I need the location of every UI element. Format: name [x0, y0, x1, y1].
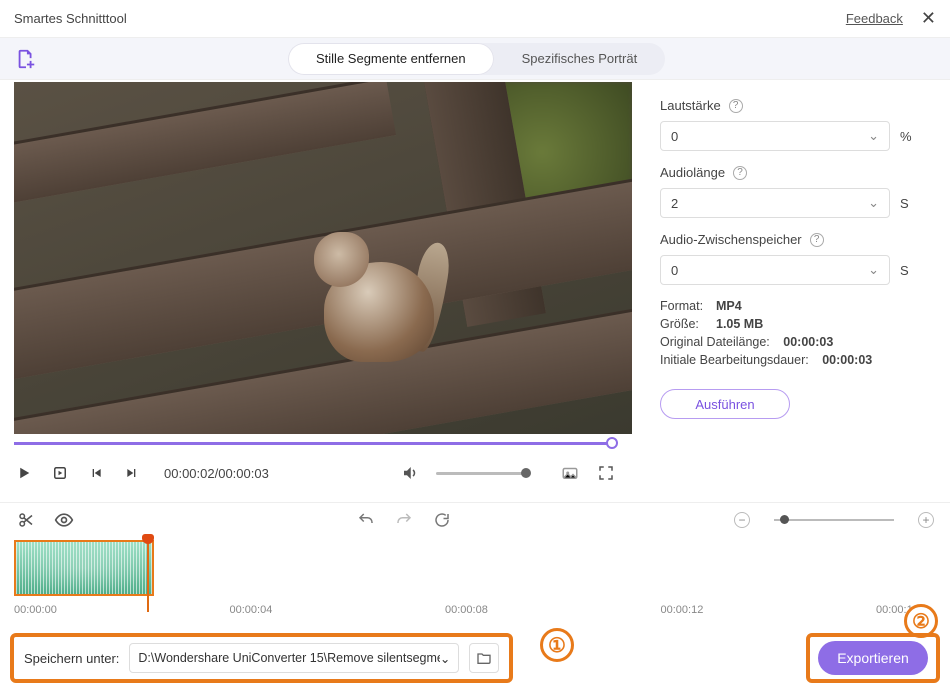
save-path-value: D:\Wondershare UniConverter 15\Remove si…	[138, 651, 440, 665]
browse-folder-button[interactable]	[469, 643, 499, 673]
audio-buffer-value: 0	[671, 263, 678, 278]
audio-buffer-select[interactable]: 0 ⌄	[660, 255, 890, 285]
volume-select[interactable]: 0 ⌄	[660, 121, 890, 151]
zoom-in-icon[interactable]: +	[918, 512, 934, 528]
window-title: Smartes Schnitttool	[14, 11, 127, 26]
seek-bar[interactable]	[14, 436, 616, 450]
cut-icon[interactable]	[16, 510, 36, 530]
volume-value: 0	[671, 129, 678, 144]
chevron-down-icon: ⌄	[440, 651, 450, 666]
help-icon[interactable]: ?	[733, 166, 747, 180]
timeline-clip[interactable]	[14, 540, 154, 596]
volume-unit: %	[900, 129, 920, 144]
player-controls: 00:00:02/00:00:03	[0, 450, 630, 496]
size-key: Größe:	[660, 317, 706, 331]
mode-tabs: Stille Segmente entfernen Spezifisches P…	[288, 43, 665, 75]
edit-length-key: Initiale Bearbeitungsdauer:	[660, 353, 809, 367]
feedback-link[interactable]: Feedback	[846, 11, 903, 26]
help-icon[interactable]: ?	[729, 99, 743, 113]
chevron-down-icon: ⌄	[868, 128, 879, 144]
preview-column: 00:00:02/00:00:03	[0, 80, 630, 502]
time-ruler: 00:00:00 00:00:04 00:00:08 00:00:12 00:0…	[0, 596, 950, 616]
close-icon[interactable]: ✕	[921, 8, 936, 29]
eye-icon[interactable]	[54, 510, 74, 530]
help-icon[interactable]: ?	[810, 233, 824, 247]
format-key: Format:	[660, 299, 706, 313]
audio-length-select[interactable]: 2 ⌄	[660, 188, 890, 218]
edit-tool-row: − +	[0, 502, 950, 536]
undo-icon[interactable]	[356, 510, 376, 530]
volume-slider[interactable]	[436, 472, 526, 475]
settings-panel: Lautstärke ? 0 ⌄ % Audiolänge ? 2 ⌄ S Au…	[630, 80, 950, 502]
save-label: Speichern unter:	[24, 651, 119, 666]
audio-buffer-unit: S	[900, 263, 920, 278]
export-cluster: Exportieren	[806, 633, 940, 683]
playhead[interactable]	[147, 540, 149, 612]
zoom-slider[interactable]	[774, 519, 894, 521]
snapshot-icon[interactable]	[560, 463, 580, 483]
export-button[interactable]: Exportieren	[818, 641, 928, 675]
save-cluster: Speichern unter: D:\Wondershare UniConve…	[10, 633, 513, 683]
zoom-out-icon[interactable]: −	[734, 512, 750, 528]
audio-length-label: Audiolänge	[660, 165, 725, 180]
preview-subject	[314, 222, 444, 372]
orig-length-key: Original Dateilänge:	[660, 335, 770, 349]
prev-frame-icon[interactable]	[86, 463, 106, 483]
video-preview[interactable]	[14, 82, 632, 434]
ruler-tick: 00:00:12	[661, 604, 877, 616]
orig-length-value: 00:00:03	[783, 335, 833, 349]
tool-row: Stille Segmente entfernen Spezifisches P…	[0, 38, 950, 80]
timeline: 00:00:00 00:00:04 00:00:08 00:00:12 00:0…	[0, 536, 950, 616]
edit-length-value: 00:00:03	[822, 353, 872, 367]
volume-icon[interactable]	[400, 463, 420, 483]
chevron-down-icon: ⌄	[868, 262, 879, 278]
tab-remove-silence[interactable]: Stille Segmente entfernen	[288, 43, 494, 75]
chevron-down-icon: ⌄	[868, 195, 879, 211]
fullscreen-icon[interactable]	[596, 463, 616, 483]
title-bar: Smartes Schnitttool Feedback ✕	[0, 0, 950, 38]
ruler-tick: 00:00:00	[14, 604, 230, 616]
play-icon[interactable]	[14, 463, 34, 483]
redo-icon[interactable]	[394, 510, 414, 530]
refresh-icon[interactable]	[432, 510, 452, 530]
ruler-tick: 00:00:04	[230, 604, 446, 616]
format-value: MP4	[716, 299, 742, 313]
tab-specific-portrait[interactable]: Spezifisches Porträt	[494, 43, 666, 75]
save-path-select[interactable]: D:\Wondershare UniConverter 15\Remove si…	[129, 643, 459, 673]
volume-label: Lautstärke	[660, 98, 721, 113]
audio-buffer-label: Audio-Zwischenspeicher	[660, 232, 802, 247]
run-button[interactable]: Ausführen	[660, 389, 790, 419]
time-display: 00:00:02/00:00:03	[164, 466, 269, 481]
ruler-tick: 00:00:08	[445, 604, 661, 616]
main-row: 00:00:02/00:00:03 Lautstärke ? 0 ⌄ %	[0, 80, 950, 502]
add-file-icon[interactable]	[14, 47, 38, 71]
audio-length-unit: S	[900, 196, 920, 211]
bottom-row: Speichern unter: D:\Wondershare UniConve…	[10, 632, 940, 684]
next-frame-icon[interactable]	[122, 463, 142, 483]
size-value: 1.05 MB	[716, 317, 763, 331]
stop-icon[interactable]	[50, 463, 70, 483]
audio-length-value: 2	[671, 196, 678, 211]
